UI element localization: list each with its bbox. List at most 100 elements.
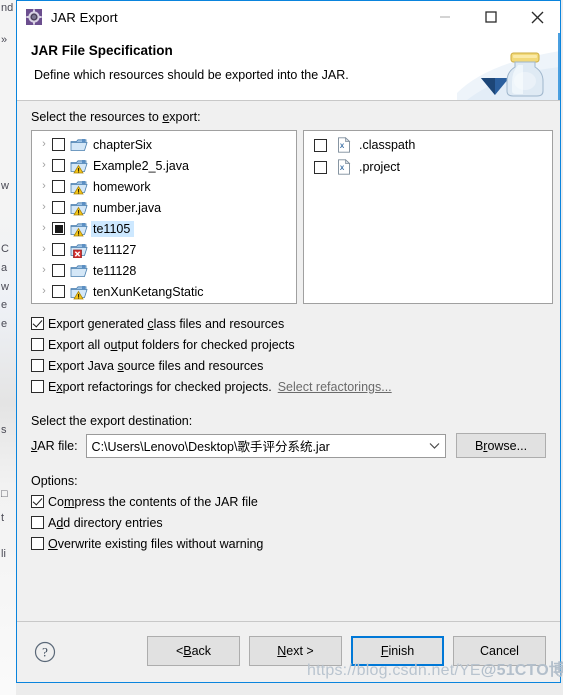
tree-row[interactable]: › te1105 — [32, 218, 296, 239]
jar-option-row[interactable]: Overwrite existing files without warning — [31, 533, 546, 554]
file-item-label: .project — [359, 160, 400, 174]
label-post: press the contents of the JAR file — [74, 494, 258, 509]
tree-checkbox[interactable] — [52, 222, 65, 235]
jar-option-row[interactable]: Compress the contents of the JAR file — [31, 491, 546, 512]
tree-row[interactable]: › homework — [32, 176, 296, 197]
background-text: a — [1, 262, 8, 274]
cancel-button[interactable]: Cancel — [453, 636, 546, 666]
dialog-header: JAR File Specification Define which reso… — [17, 33, 560, 101]
export-option-row[interactable]: Export generated class files and resourc… — [31, 313, 546, 334]
background-text: nd — [1, 2, 14, 14]
maximize-button[interactable] — [468, 1, 514, 33]
chevron-down-icon[interactable] — [423, 435, 445, 457]
label-pre: Export Java — [48, 358, 118, 373]
button-label-post: ack — [191, 644, 212, 658]
tree-checkbox[interactable] — [52, 201, 65, 214]
jar-option-checkbox[interactable] — [31, 516, 44, 529]
tree-checkbox[interactable] — [52, 138, 65, 151]
background-text: w — [1, 281, 9, 293]
file-list-panel[interactable]: X .classpath X .project — [303, 130, 553, 304]
tree-row[interactable]: › Example2_5.java — [32, 155, 296, 176]
dialog-body: Select the resources to export: › chapter… — [17, 101, 560, 621]
minimize-button[interactable] — [422, 1, 468, 33]
tree-row[interactable]: › tenXunKetangStatic — [32, 281, 296, 302]
tree-item-label: number.java — [93, 200, 162, 215]
label-pre: Export all o — [48, 337, 111, 352]
label-pre: Co — [48, 494, 64, 509]
folder-icon — [70, 137, 88, 153]
export-option-row[interactable]: Export Java source files and resources — [31, 355, 546, 376]
button-label-mnemonic: B — [183, 644, 192, 658]
browse-pre: B — [474, 438, 484, 453]
finish-button[interactable]: Finish — [351, 636, 444, 666]
button-label-post: inish — [388, 644, 415, 658]
select-refactorings-link[interactable]: Select refactorings... — [278, 380, 392, 394]
tree-item-label: homework — [93, 179, 151, 194]
folder-warning-icon — [70, 221, 88, 237]
tree-item-label: te1105 — [91, 220, 135, 237]
export-option-label: Export Java source files and resources — [48, 359, 263, 373]
tree-checkbox[interactable] — [52, 264, 65, 277]
export-options-group: Export generated class files and resourc… — [31, 313, 546, 397]
button-label-pre: Cancel — [480, 644, 519, 658]
label-post: d directory entries — [63, 515, 163, 530]
back-button[interactable]: < Back — [147, 636, 240, 666]
tree-checkbox[interactable] — [52, 243, 65, 256]
export-option-row[interactable]: Export refactorings for checked projects… — [31, 376, 546, 397]
jar-option-checkbox[interactable] — [31, 537, 44, 550]
tree-checkbox[interactable] — [52, 159, 65, 172]
background-text: w — [1, 180, 9, 192]
tree-row[interactable]: › te11127 — [32, 239, 296, 260]
tree-item-label: te11128 — [93, 263, 137, 278]
next-button[interactable]: Next > — [249, 636, 342, 666]
expand-chevron-icon[interactable]: › — [36, 160, 52, 171]
file-checkbox[interactable] — [314, 138, 327, 152]
export-option-checkbox[interactable] — [31, 338, 44, 351]
tree-item-label: Example2_5.java — [93, 158, 189, 173]
close-button[interactable] — [514, 1, 560, 33]
resources-label: Select the resources to export: — [31, 110, 546, 124]
expand-chevron-icon[interactable]: › — [36, 265, 52, 276]
tree-row[interactable]: › te11128 — [32, 260, 296, 281]
jar-file-combo[interactable]: C:\Users\Lenovo\Desktop\歌手评分系统.jar — [85, 433, 446, 458]
background-text: li — [1, 548, 6, 560]
expand-chevron-icon[interactable]: › — [36, 244, 52, 255]
export-option-checkbox[interactable] — [31, 380, 44, 393]
tree-checkbox[interactable] — [52, 180, 65, 193]
jar-option-checkbox[interactable] — [31, 495, 44, 508]
jar-option-row[interactable]: Add directory entries — [31, 512, 546, 533]
export-option-label: Export refactorings for checked projects… — [48, 380, 272, 394]
resource-panes: › chapterSix › Example2_5.java › homework › num… — [31, 130, 553, 304]
tree-row[interactable]: › number.java — [32, 197, 296, 218]
tree-checkbox[interactable] — [52, 285, 65, 298]
export-option-label: Export generated class files and resourc… — [48, 317, 284, 331]
file-list-row[interactable]: X .project — [304, 156, 552, 178]
destination-label: Select the export destination: — [31, 414, 193, 428]
expand-chevron-icon[interactable]: › — [36, 139, 52, 150]
folder-warning-icon — [70, 158, 88, 174]
expand-chevron-icon[interactable]: › — [36, 202, 52, 213]
tree-row[interactable]: › chapterSix — [32, 134, 296, 155]
jar-file-label: JAR file: — [31, 439, 78, 453]
export-option-checkbox[interactable] — [31, 317, 44, 330]
background-text: e — [1, 299, 8, 311]
export-option-label: Export all output folders for checked pr… — [48, 338, 295, 352]
label-mnemonic: O — [48, 536, 58, 551]
jar-option-label: Overwrite existing files without warning — [48, 537, 263, 551]
file-list-row[interactable]: X .classpath — [304, 134, 552, 156]
project-tree-panel[interactable]: › chapterSix › Example2_5.java › homework › num… — [31, 130, 297, 304]
tree-item-label: te11127 — [93, 242, 137, 257]
help-circle-icon[interactable]: ? — [34, 641, 56, 663]
expand-chevron-icon[interactable]: › — [36, 223, 52, 234]
export-option-checkbox[interactable] — [31, 359, 44, 372]
export-option-row[interactable]: Export all output folders for checked pr… — [31, 334, 546, 355]
background-text: » — [1, 34, 8, 46]
expand-chevron-icon[interactable]: › — [36, 181, 52, 192]
title-bar: JAR Export — [17, 1, 560, 33]
file-checkbox[interactable] — [314, 160, 327, 174]
dialog-footer: ? < Back Next > Finish Cancel https://blog.… — [17, 621, 563, 682]
jar-file-label-post: AR file: — [37, 438, 78, 453]
browse-button[interactable]: Br owse... — [456, 433, 546, 458]
expand-chevron-icon[interactable]: › — [36, 286, 52, 297]
options-group: Compress the contents of the JAR file Add… — [31, 491, 546, 554]
